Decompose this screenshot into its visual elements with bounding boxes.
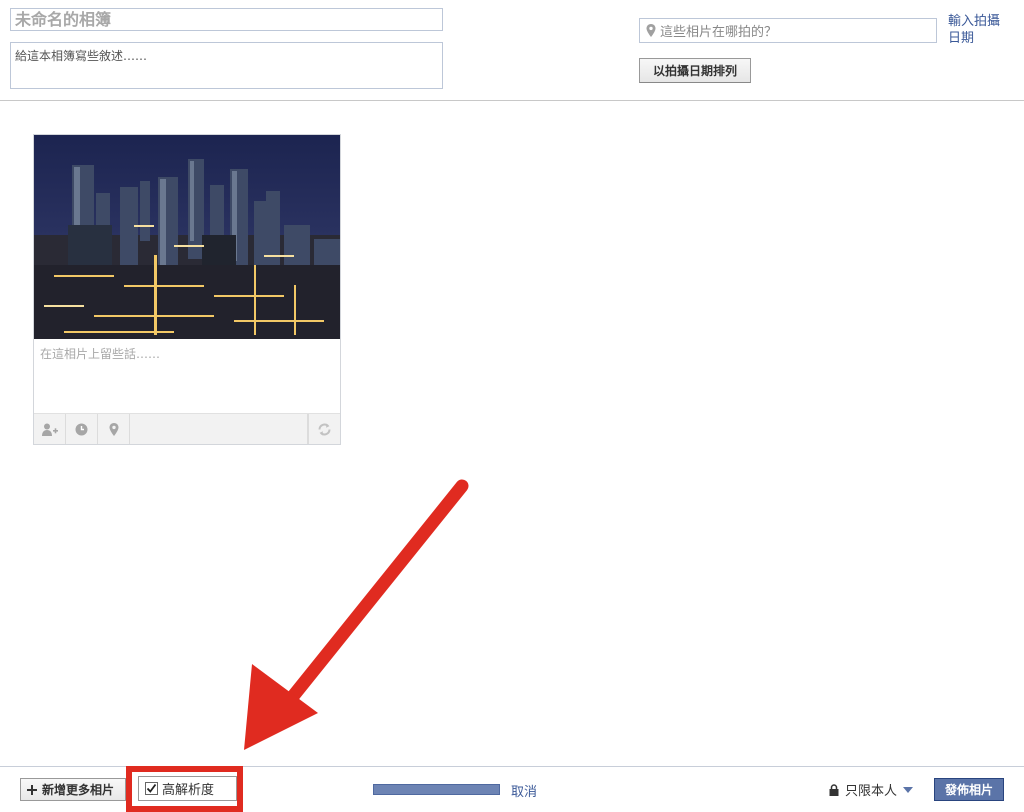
privacy-selector[interactable]: 只限本人 [829,780,914,799]
cancel-link[interactable]: 取消 [511,781,537,800]
high-resolution-highlight: 高解析度 [126,766,243,812]
map-pin-icon [109,422,118,436]
clock-icon [75,423,88,435]
lock-icon [829,783,839,796]
add-more-photos-button[interactable]: 新增更多相片 [20,778,126,801]
album-title-input[interactable]: 未命名的相簿 [10,8,443,31]
publish-photos-button[interactable]: 發佈相片 [934,778,1004,801]
map-pin-icon [646,24,656,37]
checkmark-icon [146,783,157,793]
photo-caption-input[interactable]: 在這相片上留些話…… [40,345,160,362]
location-input[interactable]: 這些相片在哪拍的？ [639,18,937,43]
plus-icon [27,784,37,795]
chevron-down-icon [903,786,914,793]
album-description-input[interactable]: 給這本相簿寫些敘述…… [10,42,443,89]
header-divider [0,100,1024,101]
enter-date-link[interactable]: 輸入拍攝日期 [948,13,1008,47]
rotate-button[interactable] [308,414,340,444]
toolbar-spacer [130,414,308,444]
privacy-label: 只限本人 [845,784,898,799]
photo-toolbar [34,413,340,444]
location-placeholder: 這些相片在哪拍的？ [660,25,778,40]
high-resolution-label: 高解析度 [162,783,215,798]
add-more-photos-label: 新增更多相片 [42,783,115,797]
rotate-icon [318,423,331,435]
tag-person-icon [41,423,58,436]
tag-person-button[interactable] [34,414,66,444]
photo-location-button[interactable] [98,414,130,444]
sort-by-date-button[interactable]: 以拍攝日期排列 [639,58,751,83]
city-night-image [34,135,340,339]
photo-card: 在這相片上留些話…… [33,134,341,445]
upload-progress-bar [373,784,500,795]
high-resolution-toggle[interactable]: 高解析度 [138,776,237,801]
high-resolution-checkbox[interactable] [145,782,158,795]
date-button[interactable] [66,414,98,444]
photo-thumbnail[interactable] [34,135,340,339]
